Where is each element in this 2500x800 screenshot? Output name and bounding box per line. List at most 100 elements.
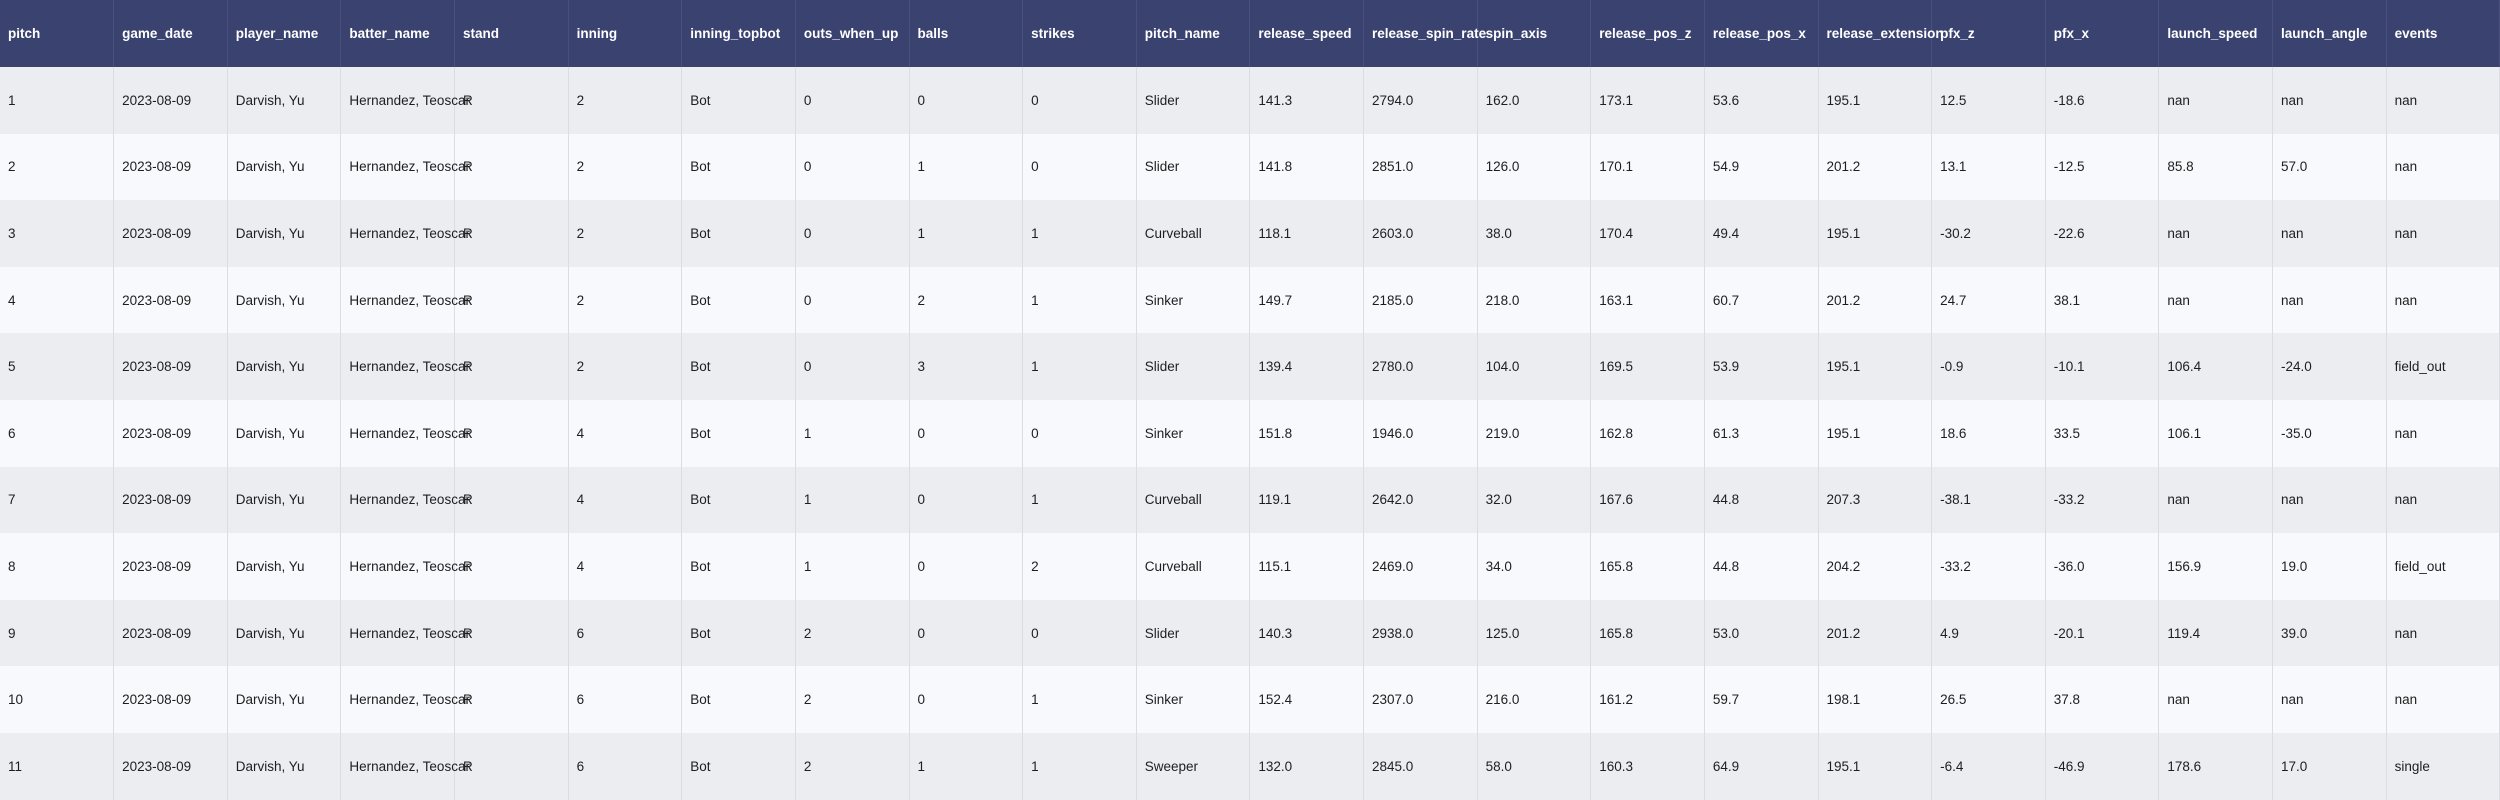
cell-release-spin-rate: 2851.0: [1363, 133, 1478, 201]
cell-inning: 4: [568, 533, 683, 600]
cell-launch-angle: nan: [2272, 200, 2387, 267]
cell-player-name: Darvish, Yu: [227, 67, 342, 134]
cell-batter-name: Hernandez, Teoscar: [340, 399, 470, 467]
table-row[interactable]: 3 2023-08-09 Darvish, Yu Hernandez, Teoscar…: [0, 200, 2500, 267]
column-header-release-pos-z[interactable]: release_pos_z: [1590, 0, 1705, 67]
cell-balls: 0: [909, 666, 1024, 733]
table-row[interactable]: 9 2023-08-09 Darvish, Yu Hernandez, Teoscar…: [0, 599, 2500, 667]
cell-launch-speed: 178.6: [2158, 732, 2273, 800]
cell-release-extension: 195.1: [1818, 200, 1933, 267]
column-header-game-date[interactable]: game_date: [113, 0, 228, 67]
column-header-inning[interactable]: inning: [568, 0, 683, 67]
cell-release-spin-rate: 2603.0: [1363, 200, 1478, 267]
cell-game-date: 2023-08-09: [113, 533, 228, 600]
column-header-events[interactable]: events: [2386, 0, 2500, 67]
cell-launch-speed: 156.9: [2158, 533, 2273, 600]
cell-inning: 2: [568, 200, 683, 267]
cell-release-pos-x: 53.6: [1704, 67, 1819, 134]
cell-launch-angle: 19.0: [2272, 533, 2387, 600]
cell-balls: 1: [909, 133, 1024, 201]
cell-pfx-x: -33.2: [2045, 466, 2160, 534]
cell-pitch-name: Sinker: [1136, 266, 1251, 334]
cell-spin-axis: 104.0: [1477, 333, 1592, 400]
cell-outs-when-up: 2: [795, 732, 910, 800]
cell-release-speed: 149.7: [1249, 266, 1364, 334]
cell-pitch-name: Slider: [1136, 67, 1251, 134]
cell-stand: R: [454, 200, 569, 267]
cell-release-speed: 132.0: [1249, 732, 1364, 800]
cell-release-spin-rate: 2185.0: [1363, 266, 1478, 334]
cell-batter-name: Hernandez, Teoscar: [340, 533, 470, 600]
column-header-outs-when-up[interactable]: outs_when_up: [795, 0, 910, 67]
column-header-player-name[interactable]: player_name: [227, 0, 342, 67]
cell-outs-when-up: 0: [795, 133, 910, 201]
cell-pitch: 8: [0, 533, 115, 600]
cell-balls: 3: [909, 333, 1024, 400]
table-row[interactable]: 7 2023-08-09 Darvish, Yu Hernandez, Teoscar…: [0, 466, 2500, 534]
table-row[interactable]: 11 2023-08-09 Darvish, Yu Hernandez, Teosca…: [0, 732, 2500, 800]
header-row: pitch game_date player_name batter_name stan…: [0, 0, 2500, 67]
cell-pitch-name: Curveball: [1136, 533, 1251, 600]
cell-strikes: 0: [1022, 599, 1137, 667]
column-header-release-extension[interactable]: release_extension: [1818, 0, 1944, 67]
table-row[interactable]: 8 2023-08-09 Darvish, Yu Hernandez, Teoscar…: [0, 533, 2500, 600]
cell-pitch-name: Curveball: [1136, 200, 1251, 267]
column-header-inning-topbot[interactable]: inning_topbot: [681, 0, 796, 67]
column-header-release-speed[interactable]: release_speed: [1249, 0, 1364, 67]
table-row[interactable]: 5 2023-08-09 Darvish, Yu Hernandez, Teoscar…: [0, 333, 2500, 400]
cell-game-date: 2023-08-09: [113, 67, 228, 134]
cell-inning: 6: [568, 599, 683, 667]
cell-spin-axis: 162.0: [1477, 67, 1592, 134]
column-header-spin-axis[interactable]: spin_axis: [1477, 0, 1592, 67]
cell-outs-when-up: 0: [795, 333, 910, 400]
cell-release-spin-rate: 2780.0: [1363, 333, 1478, 400]
cell-pitch: 11: [0, 732, 115, 800]
cell-release-speed: 140.3: [1249, 599, 1364, 667]
column-header-balls[interactable]: balls: [909, 0, 1024, 67]
table-row[interactable]: 10 2023-08-09 Darvish, Yu Hernandez, Teosca…: [0, 666, 2500, 733]
cell-pitch-name: Slider: [1136, 133, 1251, 201]
column-header-launch-speed[interactable]: launch_speed: [2158, 0, 2273, 67]
table-row[interactable]: 1 2023-08-09 Darvish, Yu Hernandez, Teoscar…: [0, 67, 2500, 134]
cell-launch-speed: nan: [2158, 466, 2273, 534]
column-header-pfx-z[interactable]: pfx_z: [1931, 0, 2046, 67]
cell-spin-axis: 219.0: [1477, 399, 1592, 467]
cell-player-name: Darvish, Yu: [227, 466, 342, 534]
cell-stand: R: [454, 466, 569, 534]
column-header-release-pos-x[interactable]: release_pos_x: [1704, 0, 1819, 67]
cell-pfx-z: 12.5: [1931, 67, 2046, 134]
table-row[interactable]: 6 2023-08-09 Darvish, Yu Hernandez, Teoscar…: [0, 399, 2500, 467]
column-header-strikes[interactable]: strikes: [1022, 0, 1137, 67]
cell-inning-topbot: Bot: [681, 599, 796, 667]
cell-events: nan: [2386, 599, 2500, 667]
table-row[interactable]: 4 2023-08-09 Darvish, Yu Hernandez, Teoscar…: [0, 266, 2500, 334]
column-header-launch-angle[interactable]: launch_angle: [2272, 0, 2387, 67]
cell-batter-name: Hernandez, Teoscar: [340, 666, 470, 733]
cell-release-spin-rate: 2794.0: [1363, 67, 1478, 134]
cell-player-name: Darvish, Yu: [227, 333, 342, 400]
column-header-batter-name[interactable]: batter_name: [340, 0, 455, 67]
cell-launch-angle: 57.0: [2272, 133, 2387, 201]
cell-strikes: 1: [1022, 666, 1137, 733]
table-row[interactable]: 2 2023-08-09 Darvish, Yu Hernandez, Teoscar…: [0, 133, 2500, 201]
column-header-release-spin-rate[interactable]: release_spin_rate: [1363, 0, 1486, 67]
cell-release-speed: 118.1: [1249, 200, 1364, 267]
column-header-stand[interactable]: stand: [454, 0, 569, 67]
cell-strikes: 1: [1022, 200, 1137, 267]
column-header-pitch-name[interactable]: pitch_name: [1136, 0, 1251, 67]
cell-launch-speed: 119.4: [2158, 599, 2273, 667]
cell-inning-topbot: Bot: [681, 732, 796, 800]
cell-stand: R: [454, 599, 569, 667]
column-header-pfx-x[interactable]: pfx_x: [2045, 0, 2160, 67]
cell-inning: 4: [568, 466, 683, 534]
data-table-container: pitch game_date player_name batter_name stan…: [0, 0, 2500, 800]
cell-pitch: 1: [0, 67, 115, 134]
cell-launch-speed: nan: [2158, 666, 2273, 733]
cell-spin-axis: 126.0: [1477, 133, 1592, 201]
cell-launch-angle: 17.0: [2272, 732, 2387, 800]
cell-batter-name: Hernandez, Teoscar: [340, 732, 470, 800]
cell-spin-axis: 32.0: [1477, 466, 1592, 534]
cell-pfx-z: -6.4: [1931, 732, 2046, 800]
column-header-pitch[interactable]: pitch: [0, 0, 115, 67]
cell-pfx-z: 13.1: [1931, 133, 2046, 201]
